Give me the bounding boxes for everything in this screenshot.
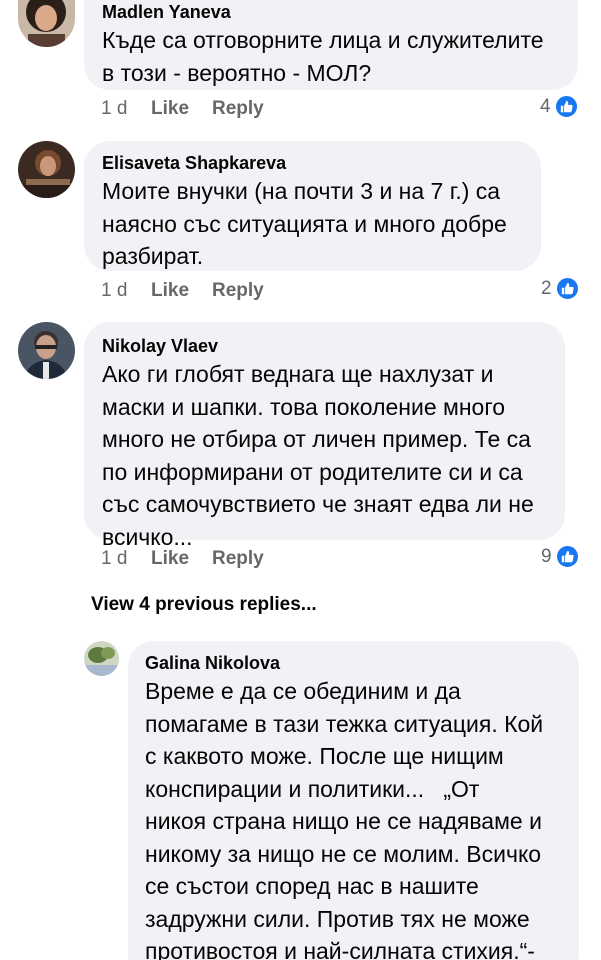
reply-text: Време е да се обединим и да помагаме в т… xyxy=(145,678,544,960)
comment-bubble: Madlen Yaneva Къде са отговорните лица и… xyxy=(84,0,578,90)
thumbs-up-icon xyxy=(553,94,579,119)
thumbs-up-icon xyxy=(554,276,580,301)
reply-button[interactable]: Reply xyxy=(212,98,264,120)
comment-time[interactable]: 1 d xyxy=(101,98,127,120)
like-count-value: 9 xyxy=(541,545,552,567)
comment-author[interactable]: Madlen Yaneva xyxy=(102,2,231,23)
avatar[interactable] xyxy=(84,641,119,676)
comment-text: Моите внучки (на почти 3 и на 7 г.) са н… xyxy=(102,178,507,269)
reply-button[interactable]: Reply xyxy=(212,280,264,302)
avatar[interactable] xyxy=(18,322,75,379)
reply-author[interactable]: Galina Nikolova xyxy=(145,653,280,674)
avatar[interactable] xyxy=(18,141,75,198)
like-count-value: 4 xyxy=(540,95,551,117)
comment-text: Къде са отговорните лица и служителите в… xyxy=(102,27,544,86)
comment-author[interactable]: Nikolay Vlaev xyxy=(102,336,218,357)
view-previous-replies-link[interactable]: View 4 previous replies... xyxy=(91,594,317,616)
like-count[interactable]: 4 xyxy=(540,94,579,119)
like-button[interactable]: Like xyxy=(151,98,189,120)
thumbs-up-icon xyxy=(554,544,580,569)
avatar[interactable] xyxy=(18,0,75,47)
like-count[interactable]: 9 xyxy=(541,544,580,569)
reply-button[interactable]: Reply xyxy=(212,548,264,570)
like-button[interactable]: Like xyxy=(151,280,189,302)
like-button[interactable]: Like xyxy=(151,548,189,570)
comment-bubble: Nikolay Vlaev Ако ги глобят веднага ще н… xyxy=(84,322,565,550)
comment-text: Ако ги глобят веднага ще нахлузат и маск… xyxy=(102,361,534,550)
comment-time[interactable]: 1 d xyxy=(101,280,127,302)
reply-bubble: Galina Nikolova Време е да се обединим и… xyxy=(128,641,579,960)
like-count-value: 2 xyxy=(541,277,552,299)
like-count[interactable]: 2 xyxy=(541,276,580,301)
comment-bubble: Elisaveta Shapkareva Моите внучки (на по… xyxy=(84,141,541,271)
comment-author[interactable]: Elisaveta Shapkareva xyxy=(102,153,286,174)
comment-time[interactable]: 1 d xyxy=(101,548,127,570)
